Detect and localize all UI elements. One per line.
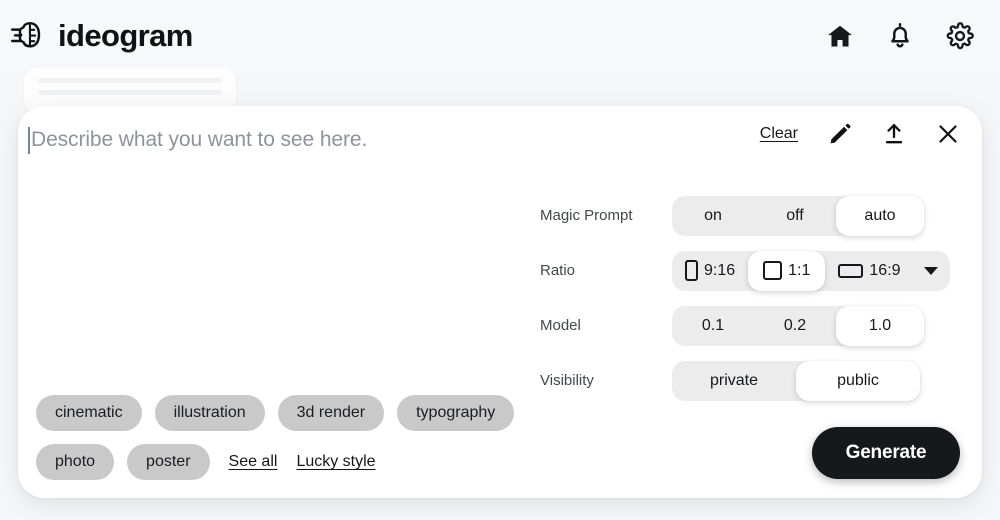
close-icon[interactable] [936, 122, 960, 146]
generate-button[interactable]: Generate [812, 427, 960, 479]
style-chip-poster[interactable]: poster [127, 444, 210, 480]
ratio-option-16-9-label: 16:9 [869, 261, 901, 279]
clear-button[interactable]: Clear [760, 125, 798, 143]
ratio-option-16-9[interactable]: 16:9 [825, 251, 913, 291]
visibility-segmented-control: private public [672, 360, 920, 401]
portrait-rectangle-icon [685, 260, 698, 281]
ratio-segmented-control: 9:16 1:1 16:9 [672, 250, 950, 291]
model-label: Model [540, 317, 581, 334]
style-chip-row-2: photo poster See all Lucky style [36, 444, 596, 480]
home-button[interactable] [826, 22, 854, 50]
style-chip-photo[interactable]: photo [36, 444, 115, 480]
style-chip-row-1: cinematic illustration 3d render typogra… [36, 395, 596, 431]
magic-prompt-label: Magic Prompt [540, 207, 633, 224]
style-chip-3d-render[interactable]: 3d render [277, 395, 385, 431]
generation-settings: Magic Prompt on off auto Ratio 9:16 1:1 [540, 188, 960, 408]
setting-row-visibility: Visibility private public [540, 353, 960, 408]
ideogram-brain-logo [10, 17, 48, 55]
ratio-label: Ratio [540, 262, 576, 279]
ratio-option-9-16[interactable]: 9:16 [672, 251, 748, 291]
prompt-composer-panel: Describe what you want to see here. Clea… [18, 106, 982, 498]
text-caret [28, 126, 30, 154]
style-chips: cinematic illustration 3d render typogra… [36, 395, 596, 480]
brand: ideogram [10, 17, 193, 55]
model-option-0-1[interactable]: 0.1 [672, 306, 754, 346]
setting-row-model: Model 0.1 0.2 1.0 [540, 298, 960, 353]
ratio-option-9-16-label: 9:16 [704, 261, 736, 279]
model-segmented-control: 0.1 0.2 1.0 [672, 305, 924, 346]
setting-row-magic-prompt: Magic Prompt on off auto [540, 188, 960, 243]
model-option-0-2[interactable]: 0.2 [754, 306, 836, 346]
style-chip-typography[interactable]: typography [397, 395, 515, 431]
app-header: ideogram [0, 0, 1000, 72]
prompt-placeholder: Describe what you want to see here. [31, 128, 368, 151]
background-card-line [38, 90, 222, 95]
prompt-tools: Clear [760, 122, 960, 146]
header-actions [826, 22, 978, 50]
magic-prompt-option-auto[interactable]: auto [836, 195, 924, 236]
setting-row-ratio: Ratio 9:16 1:1 16:9 [540, 243, 960, 298]
magic-prompt-segmented-control: on off auto [672, 195, 924, 236]
notifications-button[interactable] [886, 22, 914, 50]
pencil-icon[interactable] [828, 122, 852, 146]
square-rectangle-icon [763, 261, 783, 280]
upload-icon[interactable] [882, 122, 906, 146]
ratio-option-1-1[interactable]: 1:1 [748, 250, 826, 291]
visibility-option-public[interactable]: public [796, 360, 920, 401]
style-chip-illustration[interactable]: illustration [154, 395, 265, 431]
model-option-1-0[interactable]: 1.0 [836, 305, 924, 346]
landscape-rectangle-icon [838, 263, 864, 278]
ratio-option-1-1-label: 1:1 [788, 261, 811, 279]
brand-name: ideogram [58, 18, 193, 53]
lucky-style-link[interactable]: Lucky style [296, 453, 375, 471]
prompt-row: Describe what you want to see here. Clea… [18, 106, 982, 168]
background-card-line [38, 78, 222, 83]
magic-prompt-option-off[interactable]: off [754, 196, 836, 236]
visibility-label: Visibility [540, 372, 594, 389]
magic-prompt-option-on[interactable]: on [672, 196, 754, 236]
settings-button[interactable] [946, 22, 974, 50]
see-all-link[interactable]: See all [229, 453, 278, 471]
visibility-option-private[interactable]: private [672, 361, 796, 401]
prompt-input[interactable]: Describe what you want to see here. [28, 120, 728, 160]
chevron-down-icon[interactable] [923, 266, 938, 275]
style-chip-cinematic[interactable]: cinematic [36, 395, 142, 431]
